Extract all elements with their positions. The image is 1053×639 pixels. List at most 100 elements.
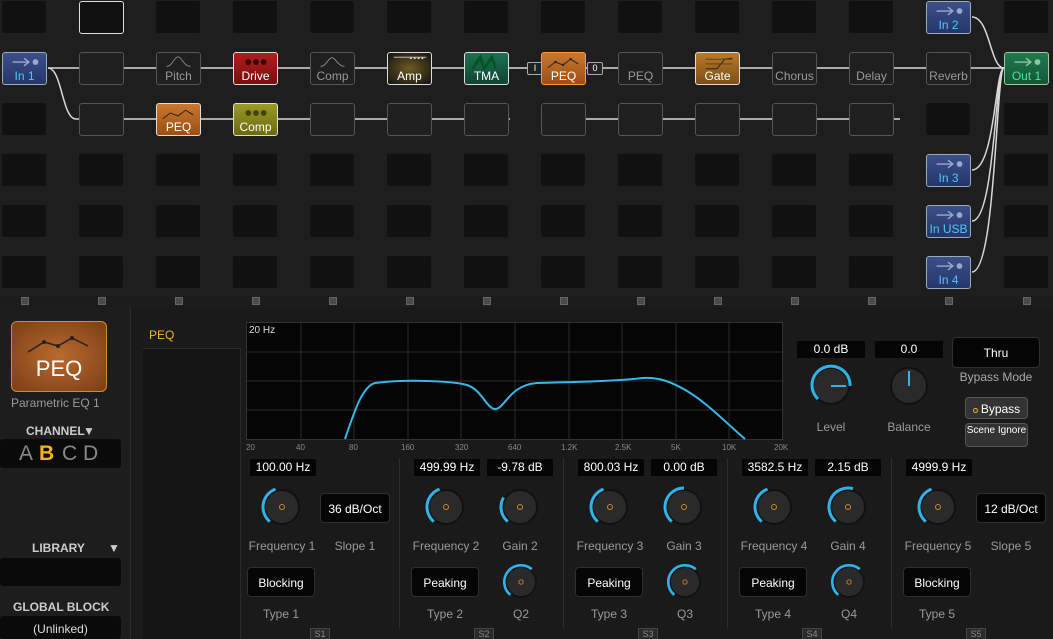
gain-value[interactable]: 2.15 dB	[815, 459, 881, 476]
slope-select[interactable]: 36 dB/Oct	[320, 493, 390, 523]
channel-b[interactable]: B	[39, 442, 54, 466]
column-handle[interactable]	[252, 297, 260, 305]
q-label: Q3	[676, 607, 693, 621]
type-select[interactable]: Peaking	[575, 567, 643, 597]
input-3-block[interactable]: In 3	[926, 154, 971, 187]
column-handle[interactable]	[1023, 297, 1031, 305]
eq-graph[interactable]: 20 Hz	[246, 322, 784, 441]
bypass-led-icon	[972, 408, 978, 413]
gain-label: Gain 3	[666, 539, 702, 553]
frequency-value[interactable]: 4999.9 Hz	[906, 459, 972, 476]
gain-knob[interactable]	[659, 482, 709, 532]
input-usb-block[interactable]: In USB	[926, 205, 971, 238]
global-block-value[interactable]: (Unlinked)	[0, 616, 121, 639]
channel-d[interactable]: D	[83, 442, 98, 466]
comp-block-row2[interactable]: Comp	[233, 103, 278, 136]
column-handle[interactable]	[560, 297, 568, 305]
chorus-block[interactable]: Chorus	[772, 52, 817, 85]
peq-block-row1b[interactable]: PEQ	[618, 52, 663, 85]
peq-block-row2[interactable]: PEQ	[156, 103, 201, 136]
snapshot-button[interactable]: S3	[638, 628, 658, 639]
empty-slot[interactable]	[79, 103, 124, 136]
snapshot-button[interactable]: S1	[310, 628, 330, 639]
q-knob[interactable]	[827, 560, 871, 604]
type-select[interactable]: Peaking	[411, 567, 479, 597]
frequency-knob[interactable]	[913, 482, 963, 532]
drive-block[interactable]: Drive	[233, 52, 278, 85]
library-select[interactable]	[0, 558, 121, 586]
frequency-value[interactable]: 499.99 Hz	[414, 459, 480, 476]
empty-slot[interactable]	[695, 103, 740, 136]
x-tick-40: 40	[296, 443, 305, 452]
gain-knob[interactable]	[495, 482, 545, 532]
amp-block[interactable]: Amp	[387, 52, 432, 85]
scene-ignore-button[interactable]: Scene Ignore	[965, 423, 1028, 447]
input-4-block[interactable]: In 4	[926, 256, 971, 289]
gain-knob[interactable]	[823, 482, 873, 532]
snapshot-button[interactable]: S4	[802, 628, 822, 639]
type-select[interactable]: Blocking	[247, 567, 315, 597]
column-handle[interactable]	[714, 297, 722, 305]
column-handle[interactable]	[329, 297, 337, 305]
tma-block[interactable]: TMA	[464, 52, 509, 85]
output-1-block[interactable]: Out 1	[1004, 52, 1049, 85]
level-value[interactable]: 0.0 dB	[797, 341, 865, 358]
frequency-value[interactable]: 3582.5 Hz	[742, 459, 808, 476]
column-handle[interactable]	[406, 297, 414, 305]
channel-a[interactable]: A	[19, 442, 33, 466]
peq-block-active[interactable]: PEQ	[541, 52, 586, 85]
empty-slot[interactable]	[310, 103, 355, 136]
type-select[interactable]: Blocking	[903, 567, 971, 597]
frequency-knob[interactable]	[585, 482, 635, 532]
level-knob[interactable]	[806, 361, 856, 411]
snapshot-button[interactable]: S5	[966, 628, 986, 639]
reverb-block[interactable]: Reverb	[926, 52, 971, 85]
channel-label: CHANNEL	[26, 424, 85, 438]
selected-empty-slot[interactable]	[79, 1, 124, 34]
type-select[interactable]: Peaking	[739, 567, 807, 597]
empty-slot[interactable]	[618, 103, 663, 136]
balance-value[interactable]: 0.0	[875, 341, 943, 358]
frequency-value[interactable]: 100.00 Hz	[250, 459, 316, 476]
column-handle[interactable]	[637, 297, 645, 305]
bypass-mode-select[interactable]: Thru	[952, 337, 1040, 368]
column-handle[interactable]	[175, 297, 183, 305]
current-block-title: PEQ	[35, 356, 83, 381]
column-handle[interactable]	[98, 297, 106, 305]
empty-slot[interactable]	[772, 103, 817, 136]
channel-dropdown-icon[interactable]: ▼	[83, 424, 95, 438]
balance-knob[interactable]	[884, 361, 934, 411]
app-root: I 0 In 2 In 1 Pitch Drive Comp Amp TMA P…	[0, 0, 1053, 639]
gain-value[interactable]: 0.00 dB	[651, 459, 717, 476]
input-1-block[interactable]: In 1	[2, 52, 47, 85]
tab-peq-label: PEQ	[149, 328, 175, 342]
comp-block-row1[interactable]: Comp	[310, 52, 355, 85]
frequency-knob[interactable]	[749, 482, 799, 532]
frequency-value[interactable]: 800.03 Hz	[578, 459, 644, 476]
slope-select[interactable]: 12 dB/Oct	[976, 493, 1046, 523]
input-2-block[interactable]: In 2	[926, 1, 971, 34]
column-handle[interactable]	[868, 297, 876, 305]
frequency-knob[interactable]	[421, 482, 471, 532]
channel-c[interactable]: C	[62, 442, 77, 466]
empty-slot[interactable]	[79, 52, 124, 85]
empty-slot[interactable]	[541, 103, 586, 136]
empty-slot[interactable]	[464, 103, 509, 136]
q-knob[interactable]	[663, 560, 707, 604]
column-handle[interactable]	[945, 297, 953, 305]
gate-block[interactable]: Gate	[695, 52, 740, 85]
mix-right-square[interactable]: 0	[587, 62, 603, 75]
q-knob[interactable]	[499, 560, 543, 604]
gain-value[interactable]: -9.78 dB	[487, 459, 553, 476]
frequency-knob[interactable]	[257, 482, 307, 532]
column-handle[interactable]	[483, 297, 491, 305]
snapshot-button[interactable]: S2	[474, 628, 494, 639]
library-dropdown-icon[interactable]: ▼	[108, 541, 120, 555]
delay-block[interactable]: Delay	[849, 52, 894, 85]
pitch-block[interactable]: Pitch	[156, 52, 201, 85]
column-handle[interactable]	[791, 297, 799, 305]
bypass-button[interactable]: Bypass	[965, 397, 1028, 419]
empty-slot[interactable]	[849, 103, 894, 136]
empty-slot[interactable]	[387, 103, 432, 136]
column-handle[interactable]	[21, 297, 29, 305]
